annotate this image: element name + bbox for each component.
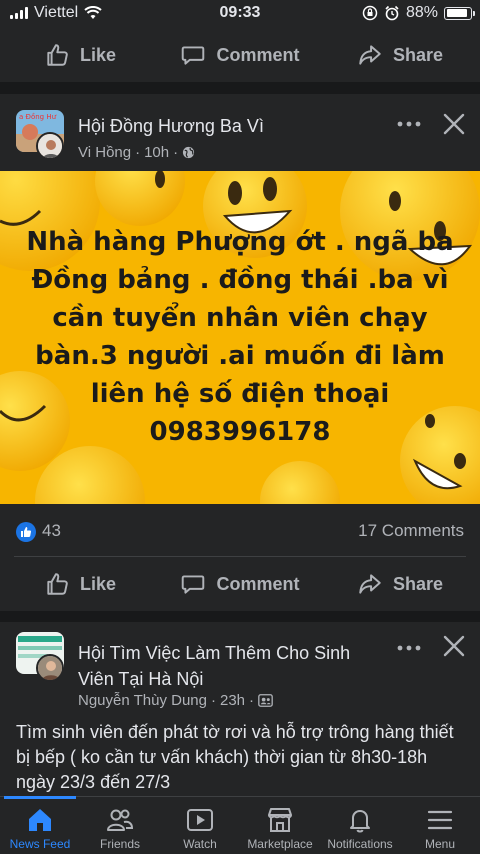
share-button[interactable]: Share [320,571,480,597]
svg-text:a Đồng Hư: a Đồng Hư [19,113,57,121]
orientation-lock-icon [362,5,378,21]
share-icon [359,574,381,594]
like-label: Like [79,573,117,594]
group-avatar[interactable]: a Đồng Hư [16,110,66,160]
tab-label: Menu [424,837,456,851]
comment-label: Comment [216,44,300,65]
post-time[interactable]: 23h [220,692,245,709]
ellipsis-icon [397,121,421,127]
post-actions: Like Comment Share [0,557,480,611]
like-button[interactable]: Like [0,42,160,68]
tab-watch[interactable]: Watch [160,797,240,854]
share-label: Share [392,573,444,594]
group-name[interactable]: Hội Đồng Hương Ba Vì [78,116,264,137]
menu-icon [427,810,453,830]
status-bar: Viettel 09:33 88% [0,0,480,28]
more-options-button[interactable] [392,636,426,660]
more-options-button[interactable] [392,112,426,136]
user-avatar[interactable] [36,654,64,682]
meta-separator: · [249,692,255,709]
comment-button[interactable]: Comment [160,571,320,597]
close-icon[interactable] [440,632,468,660]
comment-icon [182,46,205,65]
home-icon [29,809,51,831]
wifi-icon [84,6,102,19]
post-image-text: Nhà hàng Phượng ớt . ngã ba Đồng bảng . … [26,227,454,447]
close-icon[interactable] [440,110,468,138]
bell-icon [350,810,370,833]
reactions-bar: 43 17 Comments [0,504,480,558]
comment-label: Comment [216,573,300,594]
comment-button[interactable]: Comment [160,42,320,68]
post-text[interactable]: Tìm sinh viên đến phát tờ rơi và hỗ trợ … [16,720,468,795]
tab-label: News Feed [9,837,71,851]
tab-friends[interactable]: Friends [80,797,160,854]
meta-separator: · [135,144,141,161]
tab-menu[interactable]: Menu [400,797,480,854]
globe-icon [183,146,195,159]
tab-label: Notifications [327,837,393,851]
like-label: Like [79,44,117,65]
signal-icon [10,7,28,19]
author-name[interactable]: Nguyễn Thùy Dung [78,692,207,709]
like-count[interactable]: 43 [42,521,61,541]
share-button[interactable]: Share [320,42,480,68]
thumbs-up-icon [47,44,68,66]
tab-label: Marketplace [247,837,313,851]
share-icon [359,45,381,65]
alarm-icon [385,5,399,21]
comment-count[interactable]: 17 Comments [358,521,464,541]
tab-label: Friends [99,837,140,851]
meta-separator: · [210,692,216,709]
previous-post-actions: Like Comment Share [0,28,480,82]
group-name-line: Hội Tìm Việc Làm Thêm Cho Sinh [78,643,351,663]
ellipsis-icon [397,645,421,651]
friends-icon [107,809,134,831]
comment-icon [182,575,205,594]
carrier-name: Viettel [34,4,79,21]
share-label: Share [392,44,444,65]
watch-icon [187,809,213,831]
battery-percent: 88% [405,4,438,21]
like-button[interactable]: Like [0,571,160,597]
post-time[interactable]: 10h [144,144,169,161]
tab-marketplace[interactable]: Marketplace [240,797,320,854]
group-avatar[interactable] [16,632,66,682]
members-icon [258,694,273,707]
like-reaction-icon[interactable] [16,522,36,542]
tab-label: Watch [183,837,217,851]
group-name-line: Viên Tại Hà Nội [78,669,204,689]
user-avatar[interactable] [36,132,64,160]
tab-bar: News Feed Friends Watch Marketplace Noti… [0,796,480,854]
thumbs-up-icon [47,573,68,595]
tab-notifications[interactable]: Notifications [320,797,400,854]
marketplace-icon [268,808,292,832]
group-name[interactable]: Hội Tìm Việc Làm Thêm Cho Sinh Viên Tại … [78,640,350,692]
tab-news-feed[interactable]: News Feed [0,796,80,854]
meta-separator: · [173,144,179,161]
battery-icon [444,6,475,20]
author-name[interactable]: Vi Hồng [78,144,131,161]
post-image[interactable]: Nhà hàng Phượng ớt . ngã ba Đồng bảng . … [0,171,480,504]
